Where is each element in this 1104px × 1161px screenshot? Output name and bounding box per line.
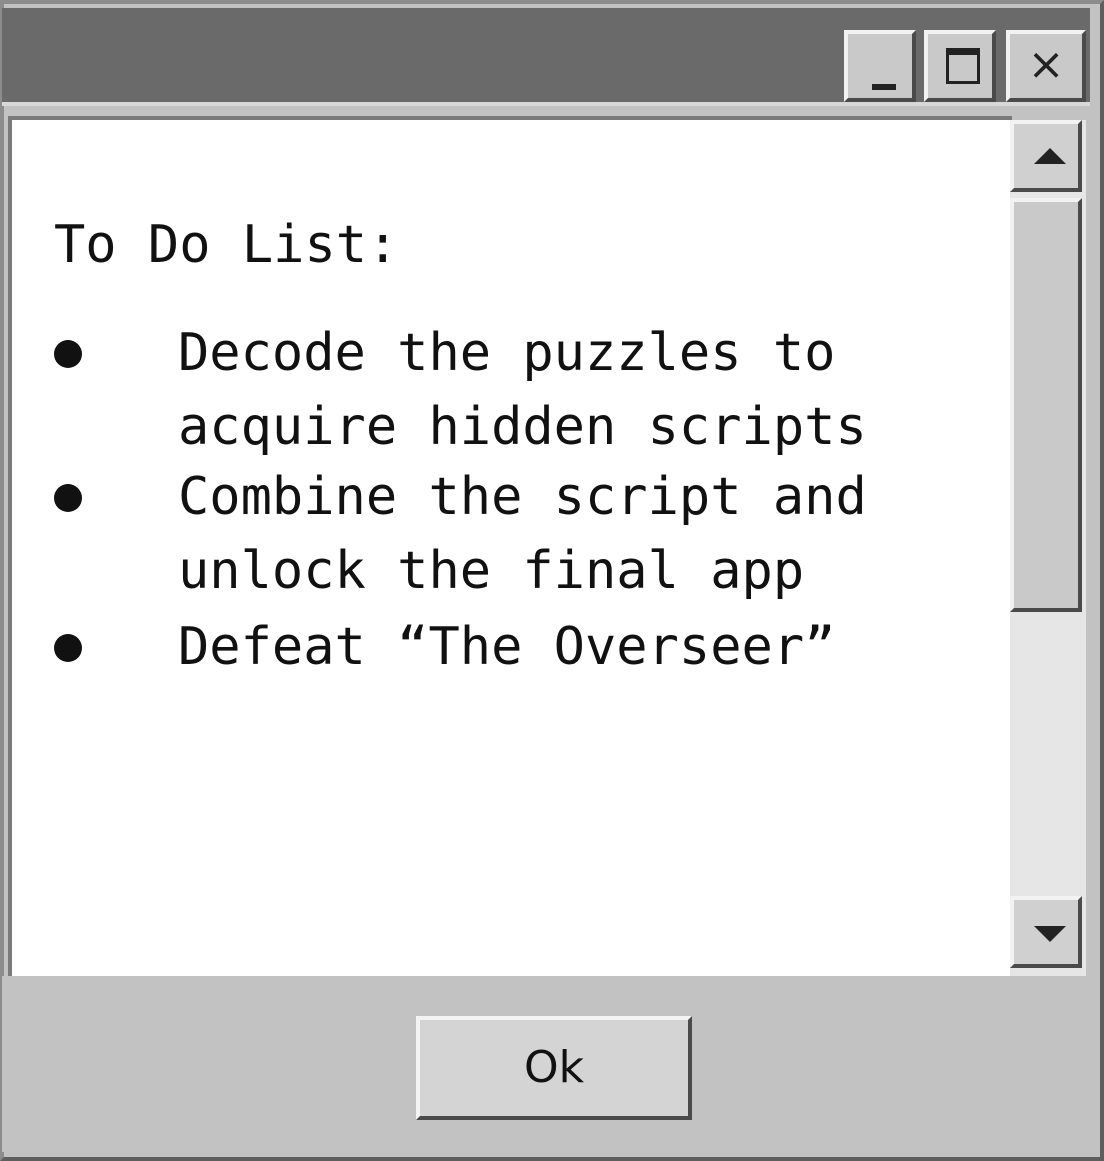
bullet-icon — [54, 340, 82, 368]
todo-heading: To Do List: — [54, 215, 399, 275]
close-button[interactable]: × — [1006, 30, 1086, 102]
vertical-scrollbar[interactable] — [1010, 120, 1086, 976]
scrollbar-thumb[interactable] — [1010, 198, 1082, 612]
list-item-line: Decode the puzzles to — [178, 323, 836, 383]
scroll-up-button[interactable] — [1010, 120, 1082, 192]
title-bar[interactable]: × — [2, 8, 1090, 106]
scroll-down-button[interactable] — [1010, 896, 1082, 968]
minimize-button[interactable] — [844, 30, 916, 102]
ok-button[interactable]: Ok — [416, 1016, 692, 1120]
maximize-icon — [946, 48, 980, 84]
list-item-line: acquire hidden scripts — [178, 397, 867, 457]
bullet-icon — [54, 634, 82, 662]
list-item-line: Combine the script and — [178, 467, 867, 527]
minimize-icon — [872, 84, 896, 90]
bullet-icon — [54, 484, 82, 512]
maximize-button[interactable] — [924, 30, 996, 102]
triangle-down-icon — [1034, 926, 1066, 942]
list-item-line: unlock the final app — [178, 541, 805, 601]
triangle-up-icon — [1034, 148, 1066, 164]
list-item-line: Defeat “The Overseer” — [178, 617, 836, 677]
close-icon: × — [1027, 39, 1065, 90]
